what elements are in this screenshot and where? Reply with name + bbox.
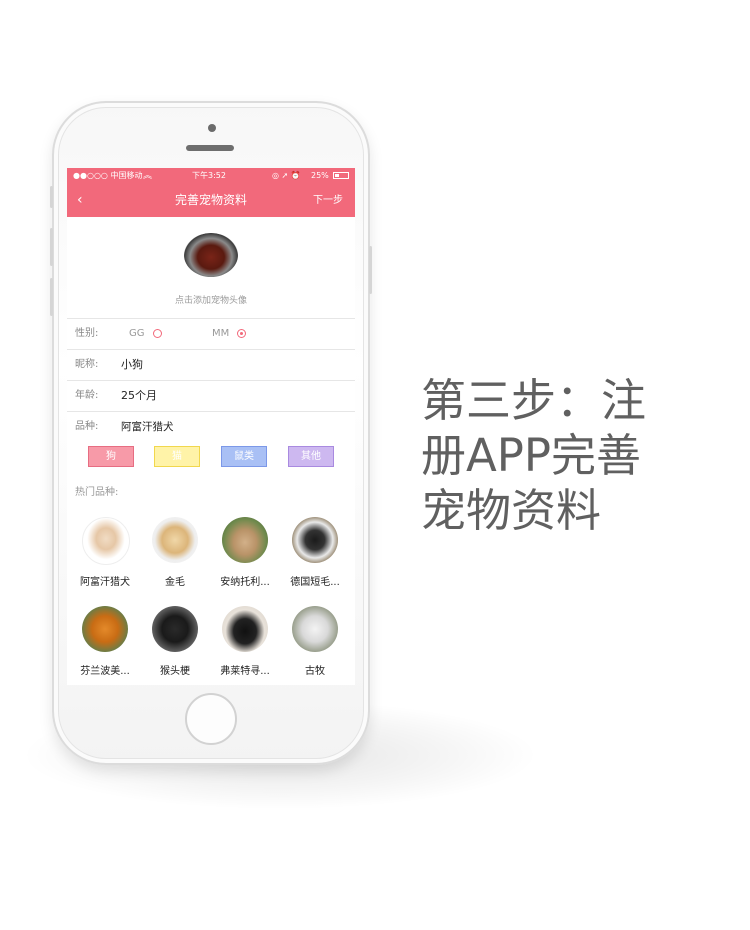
back-chevron-icon[interactable]: ‹ — [77, 184, 83, 217]
finnish-spitz-photo — [82, 606, 128, 652]
breed-item[interactable]: 芬兰波美... — [69, 606, 139, 685]
earpiece-speaker — [186, 145, 234, 151]
headline-line-1: 第三步：注 — [421, 374, 647, 427]
page-title: 完善宠物资料 — [174, 193, 247, 207]
anatolian-shepherd-photo — [222, 517, 268, 563]
breed-name: 金毛 — [165, 577, 185, 588]
affenpinscher-photo — [152, 606, 198, 652]
nickname-field[interactable]: 小狗 — [121, 350, 143, 380]
power-button — [369, 246, 372, 294]
breed-name: 德国短毛... — [290, 577, 340, 588]
next-step-button[interactable]: 下一步 — [313, 184, 343, 217]
breed-field[interactable]: 阿富汗猎犬 — [121, 412, 174, 442]
breed-item[interactable]: 金毛 — [139, 517, 209, 597]
gender-label: 性别: — [75, 328, 99, 339]
battery-icon — [333, 172, 349, 179]
volume-up-button — [50, 228, 53, 266]
avatar-hint-text[interactable]: 点击添加宠物头像 — [67, 293, 355, 306]
breed-label: 品种: — [75, 421, 99, 432]
navigation-bar: 完善宠物资料 ‹ 下一步 — [67, 184, 355, 217]
headline-line-3: 宠物资料 — [421, 484, 602, 537]
carrier-text: ●●○○○ 中国移动 — [73, 171, 143, 180]
breed-item[interactable]: 德国短毛... — [279, 517, 349, 597]
step-headline: 第三步：注 册APP完善 宠物资料 — [421, 373, 711, 538]
battery-percent: 25% — [311, 171, 329, 180]
volume-down-button — [50, 278, 53, 316]
category-rodent-button[interactable]: 鼠类 — [221, 446, 267, 467]
gender-option-gg-label[interactable]: GG — [129, 319, 145, 349]
gender-row: 性别: GG MM — [67, 318, 355, 349]
age-label: 年龄: — [75, 390, 99, 401]
gender-option-mm-label[interactable]: MM — [212, 319, 229, 349]
breed-item[interactable]: 弗莱特寻... — [209, 606, 279, 685]
breed-item[interactable]: 猴头梗 — [139, 606, 209, 685]
status-time: 下午3:52 — [192, 171, 226, 180]
breed-name: 安纳托利... — [220, 577, 270, 588]
mute-switch — [50, 186, 53, 208]
old-english-sheepdog-photo — [292, 606, 338, 652]
front-camera — [208, 124, 216, 132]
german-shorthaired-photo — [292, 517, 338, 563]
breed-name: 弗莱特寻... — [220, 666, 270, 677]
headline-line-2: 册APP完善 — [421, 429, 642, 482]
afghan-hound-photo — [82, 517, 130, 565]
breed-name: 芬兰波美... — [80, 666, 130, 677]
nickname-label: 昵称: — [75, 359, 99, 370]
breed-item[interactable]: 安纳托利... — [209, 517, 279, 597]
hot-breeds-title: 热门品种: — [75, 487, 119, 498]
category-cat-button[interactable]: 猫 — [154, 446, 200, 467]
age-row: 年龄: 25个月 — [67, 380, 355, 411]
avatar-section: 点击添加宠物头像 — [67, 217, 355, 318]
category-dog-button[interactable]: 狗 — [88, 446, 134, 467]
category-other-button[interactable]: 其他 — [288, 446, 334, 467]
gender-option-mm-radio[interactable] — [237, 329, 246, 338]
breed-item[interactable]: 古牧 — [279, 606, 349, 685]
breed-item[interactable]: 阿富汗猎犬 — [69, 517, 139, 597]
flat-coated-retriever-photo — [222, 606, 268, 652]
status-bar: ●●○○○ 中国移动 ︽ 下午3:52 ◎ ➚ ⏰ 25% — [67, 168, 355, 184]
gender-option-gg-radio[interactable] — [153, 329, 162, 338]
lock-rotation-icon: ◎ ➚ ⏰ — [272, 171, 301, 180]
breed-name: 猴头梗 — [160, 666, 190, 677]
breed-row: 品种: 阿富汗猎犬 — [67, 411, 355, 443]
breed-name: 阿富汗猎犬 — [80, 577, 130, 588]
wifi-icon: ︽ — [143, 171, 153, 181]
pet-avatar-image[interactable] — [184, 233, 238, 277]
breed-name: 古牧 — [305, 666, 325, 677]
home-button[interactable] — [185, 693, 237, 745]
age-field[interactable]: 25个月 — [121, 381, 157, 411]
nickname-row: 昵称: 小狗 — [67, 349, 355, 380]
golden-retriever-photo — [152, 517, 198, 563]
app-screen: ●●○○○ 中国移动 ︽ 下午3:52 ◎ ➚ ⏰ 25% 完善宠物资料 ‹ 下… — [67, 168, 355, 685]
